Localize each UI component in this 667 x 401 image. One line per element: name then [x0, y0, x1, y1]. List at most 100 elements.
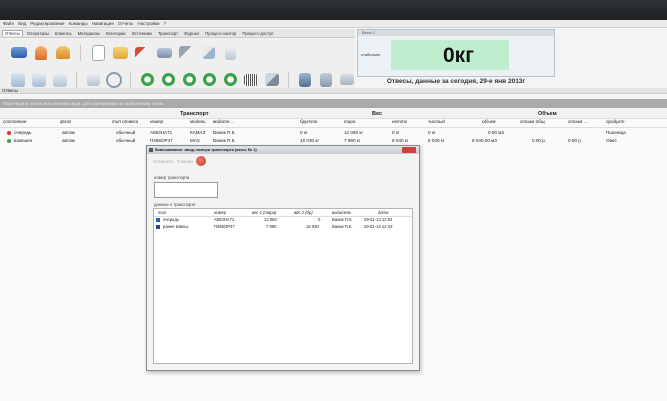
tab-clients[interactable]: Клиенты	[53, 31, 74, 36]
col-weight2[interactable]: вес 2 (бр)	[294, 210, 313, 215]
col-number[interactable]: номер	[150, 119, 163, 124]
tab-transport[interactable]: Транспорт	[156, 31, 180, 36]
chart-icon[interactable]	[133, 44, 151, 62]
col-cost[interactable]: стоим ...	[568, 119, 587, 124]
window-titlebar	[0, 0, 667, 20]
weigh-icon[interactable]	[160, 71, 177, 89]
col-driver[interactable]: водите...	[213, 119, 233, 124]
col-state[interactable]: состояние	[3, 119, 26, 124]
cancel-button[interactable]: Отмена	[177, 159, 193, 164]
tools-icon[interactable]	[177, 44, 195, 62]
export-icon[interactable]	[318, 71, 335, 89]
cell-cost: 0.00 р.	[568, 138, 583, 143]
col-brutto[interactable]: брутто	[300, 119, 317, 124]
database-icon[interactable]	[297, 71, 314, 89]
folder-icon[interactable]	[111, 44, 129, 62]
scales-icon[interactable]	[10, 44, 28, 62]
transport-icon[interactable]	[155, 44, 173, 62]
col-flag[interactable]: флаг	[60, 119, 71, 124]
col-cost-total[interactable]: стоим общ.	[520, 119, 546, 124]
cell-driver: Ваник П.К.	[332, 224, 353, 229]
col-type[interactable]: тип	[158, 210, 166, 215]
cell-model: МАЗ	[190, 138, 200, 143]
col-model[interactable]: модель	[190, 119, 206, 124]
toolbar-separator	[130, 71, 132, 88]
col-weight1[interactable]: вес 1 (тара)	[252, 210, 276, 215]
group-by-hint[interactable]: Перетащите заголовок колонки сюда, для г…	[0, 99, 667, 108]
document-icon[interactable]	[89, 44, 107, 62]
menu-file[interactable]: Файл	[3, 21, 14, 26]
col-number[interactable]: номер	[214, 210, 226, 215]
transport-table: тип номер вес 1 (тара) вес 2 (бр) водите…	[153, 208, 413, 364]
report-icon[interactable]	[221, 44, 239, 62]
cell-cost-total: 0.00 р.	[532, 138, 547, 143]
menu-navigation[interactable]: Навигация	[92, 21, 114, 26]
menu-view[interactable]: Вид	[18, 21, 26, 26]
link-icon	[156, 225, 160, 229]
menu-edit[interactable]: Редактирование	[30, 21, 64, 26]
find-icon[interactable]	[106, 71, 123, 89]
menu-settings[interactable]: Настройки	[137, 21, 159, 26]
close-button[interactable]	[402, 147, 416, 153]
table-row[interactable]: взвешен автом обычный П456ОР47 МАЗ Ваник…	[0, 137, 667, 145]
col-tara[interactable]: тара	[344, 119, 355, 124]
plate-input[interactable]	[154, 182, 218, 198]
cell-flag: автом	[62, 138, 75, 143]
col-driver[interactable]: водитель	[332, 210, 351, 215]
col-volume[interactable]: объем	[482, 119, 496, 124]
ok-icon[interactable]	[195, 156, 206, 166]
tab-journal[interactable]: Журнал	[182, 31, 201, 36]
refresh-icon[interactable]	[139, 71, 156, 89]
tab-materials[interactable]: Материалы	[76, 31, 102, 36]
cell-tara: 7 990 кг	[344, 138, 361, 143]
menu-help[interactable]: ?	[163, 21, 166, 26]
operator-icon[interactable]	[32, 44, 50, 62]
col-type[interactable]: тип отвеса	[112, 119, 138, 124]
cell-type: обычный	[116, 130, 136, 135]
settings-icon[interactable]	[263, 71, 280, 89]
clients-icon[interactable]	[54, 44, 72, 62]
queue-icon	[156, 218, 160, 222]
col-clean[interactable]: чистый	[428, 119, 445, 124]
tab-process-access[interactable]: Процесс-доступ	[240, 31, 275, 36]
tab-operators[interactable]: Операторы	[25, 31, 51, 36]
cell-product: Овес	[606, 138, 617, 143]
tab-categories[interactable]: Категории	[104, 31, 128, 36]
group-weight: Вес	[372, 111, 383, 117]
queue-status-icon	[7, 131, 11, 135]
new-record-icon[interactable]	[10, 71, 27, 89]
col-date[interactable]: дата	[378, 210, 388, 215]
toolbar-separator	[80, 44, 81, 61]
camera-icon[interactable]	[338, 71, 355, 89]
cell-flag: автом	[62, 130, 75, 135]
transport-row[interactable]: очередь А853НА71 12 060 0 Ваник П.К. 29-…	[154, 217, 412, 224]
transport-row[interactable]: ранее взвеш. П456ОР47 7 990 16 030 Ваник…	[154, 224, 412, 231]
copy-record-icon[interactable]	[51, 71, 68, 89]
tab-weighings[interactable]: Отвесы	[2, 30, 23, 36]
cell-type: обычный	[116, 138, 136, 143]
tab-sources[interactable]: Источники	[130, 31, 154, 36]
edit-icon[interactable]	[199, 44, 217, 62]
menu-reports[interactable]: Отчеты	[118, 21, 134, 26]
menu-bar: Файл Вид Редактирование Команды Навигаци…	[0, 20, 667, 28]
print-icon[interactable]	[85, 71, 102, 89]
col-netto[interactable]: нетто	[392, 119, 407, 124]
cell-netto: 8 040 кг	[392, 138, 409, 143]
tab-process-cantor[interactable]: Процесс-кантор	[203, 31, 238, 36]
accept-icon[interactable]	[201, 71, 218, 89]
menu-commands[interactable]: Команды	[69, 21, 88, 26]
cell-model: КАМАЗ	[190, 130, 206, 135]
undo-button[interactable]: Отменить	[153, 159, 174, 164]
cell-number: А853НА71	[214, 217, 235, 222]
edit-record-icon[interactable]	[31, 71, 48, 89]
confirm-icon[interactable]	[181, 71, 198, 89]
barcode-icon[interactable]	[243, 71, 260, 89]
scale-status: стабильно	[361, 52, 381, 57]
col-product[interactable]: продукт	[606, 119, 624, 124]
table-row[interactable]: очередь автом обычный А853НА71 КАМАЗ Ван…	[0, 129, 667, 137]
play-icon[interactable]	[222, 71, 239, 89]
toolbar-top	[0, 39, 355, 66]
plate-entry-dialog: Взвешивание: ввод номера транспорта (вес…	[146, 145, 420, 371]
dialog-title: Взвешивание: ввод номера транспорта (вес…	[147, 146, 419, 154]
weight-value: 0кг	[443, 44, 474, 67]
